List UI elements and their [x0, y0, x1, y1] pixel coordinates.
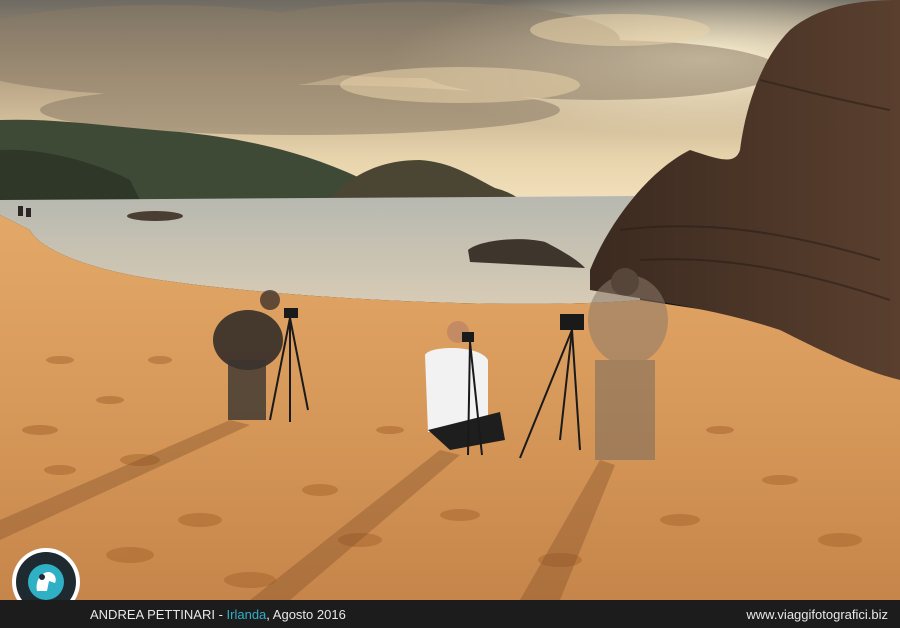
photo-date: Agosto 2016 [272, 606, 346, 622]
photo-credit: ANDREA PETTINARI - Irlanda, Agosto 2016 [90, 607, 346, 622]
brand-logo [12, 548, 80, 600]
credit-separator: - [214, 606, 227, 622]
author-name: ANDREA PETTINARI [90, 606, 215, 622]
website-link[interactable]: www.viaggifotografici.biz [746, 607, 888, 622]
beach-scene [0, 0, 900, 600]
location-link[interactable]: Irlanda [227, 607, 267, 622]
photo [0, 0, 900, 600]
caption-bar: ANDREA PETTINARI - Irlanda, Agosto 2016 … [0, 600, 900, 628]
